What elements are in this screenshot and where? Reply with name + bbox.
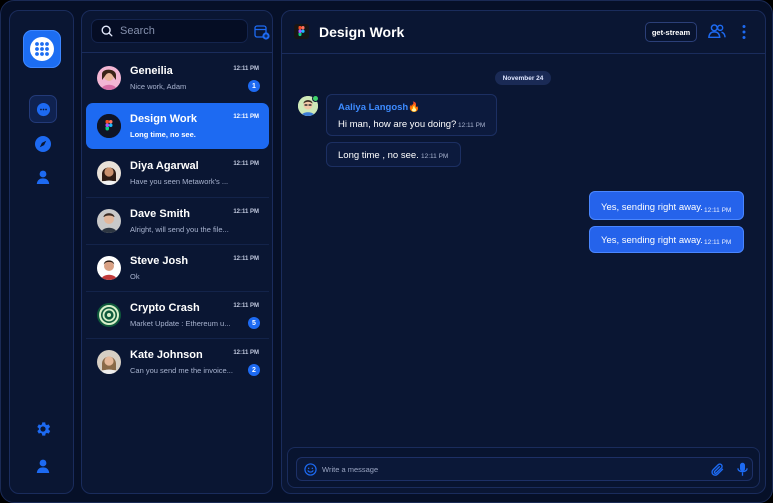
- message-preview: Market Update : Ethereum u...: [130, 319, 231, 328]
- conversation-item[interactable]: Kate Johnson Can you send me the invoice…: [86, 339, 269, 385]
- contact-name: Design Work: [130, 113, 198, 125]
- get-stream-button[interactable]: get-stream: [645, 22, 697, 42]
- chat-panel: Design Work get-stream November 24 Aaliy…: [281, 10, 766, 494]
- unread-badge: 1: [248, 80, 260, 92]
- message-composer: [287, 447, 760, 488]
- chat-title: Design Work: [319, 24, 405, 40]
- users-icon[interactable]: [708, 23, 726, 44]
- user-icon[interactable]: [29, 163, 57, 191]
- message-preview: Alright, will send you the file...: [130, 225, 229, 234]
- incoming-message: Aaliya Langosh🔥 Hi man, how are you doin…: [326, 94, 497, 136]
- timestamp: 12:11 PM: [233, 114, 259, 120]
- figma-icon: [97, 114, 121, 138]
- timestamp: 12:11 PM: [233, 256, 259, 262]
- timestamp: 12:11 PM: [233, 350, 259, 356]
- unread-badge: 5: [248, 317, 260, 329]
- divider: [82, 52, 272, 53]
- nav-rail: [9, 10, 74, 494]
- conversation-item[interactable]: Crypto Crash Market Update : Ethereum u.…: [86, 292, 269, 338]
- message-time: 12:11 PM: [421, 153, 449, 160]
- contact-name: Diya Agarwal: [130, 160, 199, 172]
- microphone-icon[interactable]: [737, 462, 748, 482]
- more-vertical-icon[interactable]: [741, 24, 747, 45]
- chat-bubble-icon[interactable]: [29, 95, 57, 123]
- online-status-dot: [312, 95, 319, 102]
- avatar: [97, 66, 121, 90]
- unread-badge: 2: [248, 364, 260, 376]
- message-time: 12:11 PM: [704, 207, 732, 214]
- contact-name: Dave Smith: [130, 208, 190, 220]
- apps-grid-icon[interactable]: [23, 30, 61, 68]
- avatar: [97, 350, 121, 374]
- message-input[interactable]: [322, 463, 702, 476]
- conversation-item[interactable]: Steve Josh Ok 12:11 PM: [86, 245, 269, 291]
- message-preview: Ok: [130, 272, 140, 281]
- incoming-message: Long time , no see. 12:11 PM: [326, 142, 461, 167]
- message-text: Yes, sending right away.: [601, 235, 703, 246]
- timestamp: 12:11 PM: [233, 209, 259, 215]
- conversation-item[interactable]: Geneilia Nice work, Adam 12:11 PM 1: [86, 55, 269, 101]
- message-time: 12:11 PM: [458, 122, 486, 129]
- profile-icon[interactable]: [29, 452, 57, 480]
- timestamp: 12:11 PM: [233, 161, 259, 167]
- avatar: [97, 303, 121, 327]
- message-preview: Nice work, Adam: [130, 82, 187, 91]
- message-text: Yes, sending right away.: [601, 202, 703, 213]
- messaging-app: Geneilia Nice work, Adam 12:11 PM 1 Desi…: [0, 0, 773, 503]
- conversation-item[interactable]: Dave Smith Alright, will send you the fi…: [86, 198, 269, 244]
- date-divider: November 24: [495, 71, 551, 85]
- message-text: Long time , no see.: [338, 150, 419, 161]
- message-preview: Have you seen Metawork's ...: [130, 177, 229, 186]
- figma-icon: [294, 24, 309, 39]
- conversation-item[interactable]: Diya Agarwal Have you seen Metawork's ..…: [86, 150, 269, 196]
- avatar: [97, 161, 121, 185]
- sender-name: Aaliya Langosh🔥: [338, 102, 421, 113]
- composer-field[interactable]: [296, 457, 753, 481]
- new-chat-icon[interactable]: [254, 24, 270, 40]
- message-preview: Can you send me the invoice...: [130, 366, 233, 375]
- outgoing-message: Yes, sending right away. 12:11 PM: [589, 226, 744, 253]
- contact-name: Steve Josh: [130, 255, 189, 267]
- contact-name: Crypto Crash: [130, 302, 200, 314]
- gear-icon[interactable]: [29, 415, 57, 443]
- paperclip-icon[interactable]: [711, 463, 725, 482]
- avatar: [97, 209, 121, 233]
- message-preview: Long time, no see.: [130, 130, 196, 139]
- search-icon: [101, 25, 113, 37]
- avatar: [97, 256, 121, 280]
- timestamp: 12:11 PM: [233, 66, 259, 72]
- search-input[interactable]: [120, 25, 240, 37]
- emoji-icon[interactable]: [304, 463, 317, 481]
- conversation-list: Geneilia Nice work, Adam 12:11 PM 1 Desi…: [81, 10, 273, 494]
- contact-name: Geneilia: [130, 65, 173, 77]
- compass-icon[interactable]: [29, 130, 57, 158]
- contact-name: Kate Johnson: [130, 349, 203, 361]
- outgoing-message: Yes, sending right away. 12:11 PM: [589, 191, 744, 220]
- message-text: Hi man, how are you doing?: [338, 119, 457, 130]
- message-time: 12:11 PM: [704, 239, 732, 246]
- conversation-item-active[interactable]: Design Work Long time, no see. 12:11 PM: [86, 103, 269, 149]
- divider: [282, 53, 765, 54]
- search-box[interactable]: [91, 19, 248, 43]
- timestamp: 12:11 PM: [233, 303, 259, 309]
